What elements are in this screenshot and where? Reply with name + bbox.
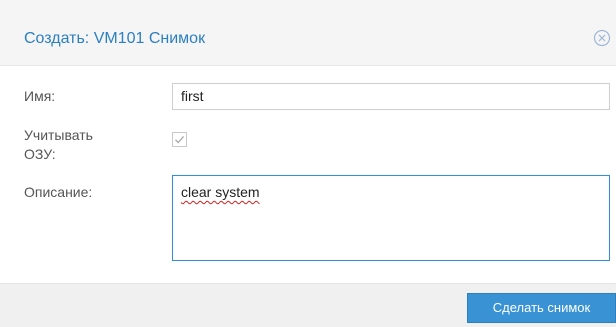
include-ram-label-line1: Учитывать	[24, 127, 93, 143]
description-text: clear system	[181, 184, 260, 200]
close-circle-icon[interactable]	[593, 29, 611, 47]
name-label: Имя:	[24, 88, 56, 104]
snapshot-form: Имя: first Учитывать ОЗУ: Описание: clea…	[0, 66, 616, 283]
take-snapshot-button[interactable]: Сделать снимок	[467, 293, 616, 323]
checkmark-icon	[175, 135, 185, 144]
name-input[interactable]: first	[172, 83, 610, 110]
dialog-title: Создать: VM101 Снимок	[24, 30, 206, 47]
description-label: Описание:	[24, 184, 93, 200]
include-ram-checkbox[interactable]	[172, 132, 187, 147]
include-ram-label-line2: ОЗУ:	[24, 146, 56, 162]
dialog-header: Создать: VM101 Снимок	[0, 0, 616, 66]
dialog-footer: Сделать снимок	[0, 283, 616, 327]
description-textarea[interactable]: clear system	[172, 175, 610, 261]
